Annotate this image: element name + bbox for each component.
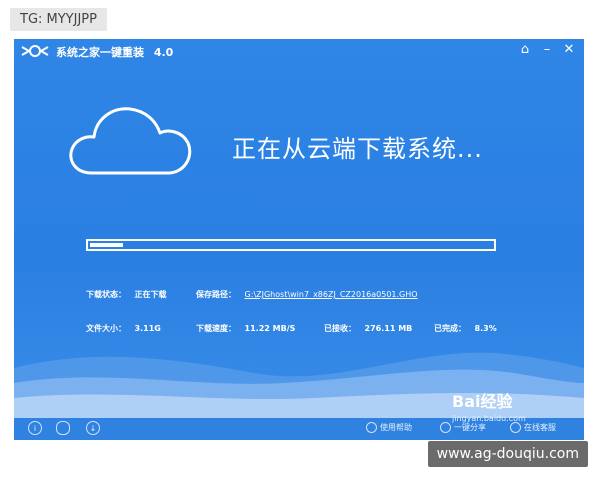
- watermark-url: jingyan.baidu.com: [452, 414, 526, 423]
- cloud-icon: [69, 107, 192, 175]
- close-icon[interactable]: ✕: [560, 41, 578, 59]
- app-logo-icon: [21, 45, 49, 57]
- help-icon: [366, 422, 377, 433]
- path-label: 保存路径：: [196, 290, 236, 299]
- share-icon: [440, 422, 451, 433]
- save-path: 保存路径： G:\ZJGhost\win7_x86ZJ_CZ2016a0501.…: [196, 289, 418, 300]
- baidu-watermark: Bai经验 jingyan.baidu.com: [452, 388, 582, 430]
- download-icon[interactable]: ↓: [86, 421, 100, 435]
- cloud-small-icon[interactable]: [56, 421, 70, 435]
- status-value: 正在下载: [134, 290, 167, 299]
- installer-window: 系统之家一键重装 4.0 ⌂ – ✕ 正在从云端下载系统... 下载状态： 正在…: [14, 39, 584, 440]
- help-button[interactable]: 使用帮助: [366, 422, 412, 433]
- watermark-brand: Bai经验: [452, 392, 513, 411]
- app-name: 系统之家一键重装: [56, 46, 144, 59]
- app-version: 4.0: [153, 46, 174, 59]
- minimize-icon[interactable]: –: [538, 41, 556, 59]
- status-label: 下载状态：: [86, 290, 126, 299]
- title-bar: 系统之家一键重装 4.0 ⌂ – ✕: [14, 39, 584, 63]
- path-link[interactable]: G:\ZJGhost\win7_x86ZJ_CZ2016a0501.GHO: [245, 290, 418, 299]
- info-icon[interactable]: i: [28, 421, 42, 435]
- home-icon[interactable]: ⌂: [516, 41, 534, 59]
- help-label: 使用帮助: [380, 423, 412, 432]
- overlay-tag: TG: MYYJJPP: [10, 8, 107, 31]
- download-progress-bar: [86, 239, 496, 251]
- status-headline: 正在从云端下载系统...: [232, 135, 483, 163]
- window-title: 系统之家一键重装 4.0: [56, 44, 173, 60]
- download-status: 下载状态： 正在下载: [86, 289, 167, 300]
- progress-fill: [90, 243, 123, 247]
- site-tag: www.ag-douqiu.com: [427, 441, 588, 467]
